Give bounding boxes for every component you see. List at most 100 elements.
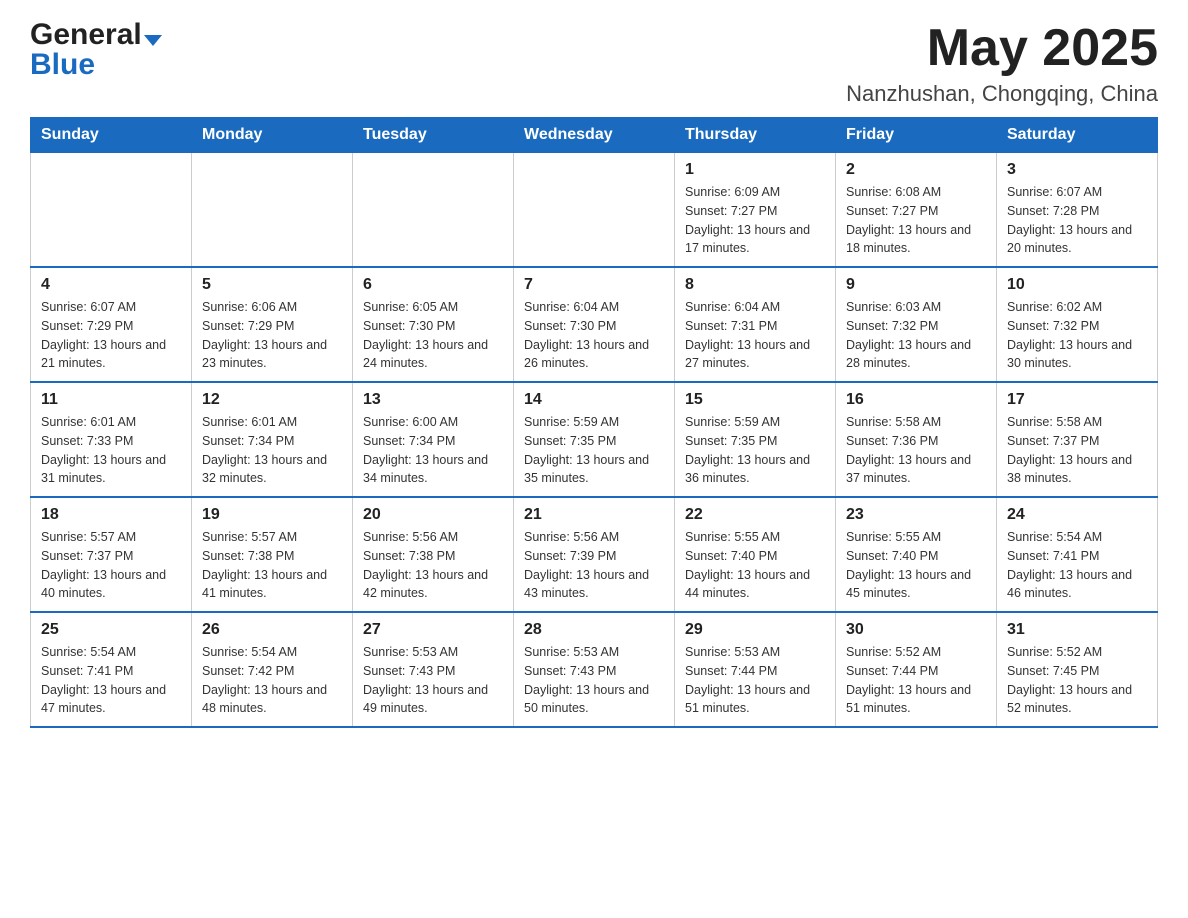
day-info: Sunrise: 6:01 AM Sunset: 7:34 PM Dayligh… xyxy=(202,413,342,488)
title-block: May 2025 Nanzhushan, Chongqing, China xyxy=(846,20,1158,107)
day-number: 25 xyxy=(41,621,181,639)
day-number: 19 xyxy=(202,506,342,524)
calendar-week-row: 11 Sunrise: 6:01 AM Sunset: 7:33 PM Dayli… xyxy=(31,382,1158,497)
calendar-cell: 28 Sunrise: 5:53 AM Sunset: 7:43 PM Dayli… xyxy=(514,612,675,727)
calendar-cell: 17Sunrise: 5:58 AM Sunset: 7:37 PM Dayli… xyxy=(997,382,1158,497)
page-header: General Blue May 2025 Nanzhushan, Chongq… xyxy=(30,20,1158,107)
day-number: 29 xyxy=(685,621,825,639)
day-number: 30 xyxy=(846,621,986,639)
day-info: Sunrise: 6:09 AM Sunset: 7:27 PM Dayligh… xyxy=(685,183,825,258)
day-info: Sunrise: 5:52 AM Sunset: 7:45 PM Dayligh… xyxy=(1007,643,1147,718)
day-info: Sunrise: 6:03 AM Sunset: 7:32 PM Dayligh… xyxy=(846,298,986,373)
logo: General Blue xyxy=(30,20,162,80)
day-number: 28 xyxy=(524,621,664,639)
day-info: Sunrise: 6:08 AM Sunset: 7:27 PM Dayligh… xyxy=(846,183,986,258)
day-number: 9 xyxy=(846,276,986,294)
day-info: Sunrise: 5:59 AM Sunset: 7:35 PM Dayligh… xyxy=(524,413,664,488)
day-number: 23 xyxy=(846,506,986,524)
day-number: 16 xyxy=(846,391,986,409)
day-number: 15 xyxy=(685,391,825,409)
calendar-day-header: Thursday xyxy=(675,118,836,153)
calendar-table: SundayMondayTuesdayWednesdayThursdayFrid… xyxy=(30,117,1158,728)
calendar-cell: 2Sunrise: 6:08 AM Sunset: 7:27 PM Daylig… xyxy=(836,153,997,268)
calendar-cell: 22 Sunrise: 5:55 AM Sunset: 7:40 PM Dayli… xyxy=(675,497,836,612)
calendar-week-row: 4 Sunrise: 6:07 AM Sunset: 7:29 PM Daylig… xyxy=(31,267,1158,382)
calendar-cell xyxy=(192,153,353,268)
day-number: 14 xyxy=(524,391,664,409)
day-info: Sunrise: 6:01 AM Sunset: 7:33 PM Dayligh… xyxy=(41,413,181,488)
calendar-cell: 19Sunrise: 5:57 AM Sunset: 7:38 PM Dayli… xyxy=(192,497,353,612)
calendar-cell: 31Sunrise: 5:52 AM Sunset: 7:45 PM Dayli… xyxy=(997,612,1158,727)
day-number: 27 xyxy=(363,621,503,639)
day-info: Sunrise: 5:58 AM Sunset: 7:36 PM Dayligh… xyxy=(846,413,986,488)
calendar-week-row: 25 Sunrise: 5:54 AM Sunset: 7:41 PM Dayli… xyxy=(31,612,1158,727)
calendar-cell: 4 Sunrise: 6:07 AM Sunset: 7:29 PM Daylig… xyxy=(31,267,192,382)
calendar-cell: 3Sunrise: 6:07 AM Sunset: 7:28 PM Daylig… xyxy=(997,153,1158,268)
day-info: Sunrise: 5:54 AM Sunset: 7:42 PM Dayligh… xyxy=(202,643,342,718)
day-number: 18 xyxy=(41,506,181,524)
calendar-week-row: 1Sunrise: 6:09 AM Sunset: 7:27 PM Daylig… xyxy=(31,153,1158,268)
calendar-day-header: Monday xyxy=(192,118,353,153)
day-number: 8 xyxy=(685,276,825,294)
calendar-cell: 7 Sunrise: 6:04 AM Sunset: 7:30 PM Daylig… xyxy=(514,267,675,382)
day-info: Sunrise: 6:07 AM Sunset: 7:28 PM Dayligh… xyxy=(1007,183,1147,258)
day-number: 13 xyxy=(363,391,503,409)
calendar-cell: 29 Sunrise: 5:53 AM Sunset: 7:44 PM Dayli… xyxy=(675,612,836,727)
calendar-cell: 27Sunrise: 5:53 AM Sunset: 7:43 PM Dayli… xyxy=(353,612,514,727)
day-info: Sunrise: 5:54 AM Sunset: 7:41 PM Dayligh… xyxy=(41,643,181,718)
day-info: Sunrise: 5:52 AM Sunset: 7:44 PM Dayligh… xyxy=(846,643,986,718)
calendar-cell: 18 Sunrise: 5:57 AM Sunset: 7:37 PM Dayli… xyxy=(31,497,192,612)
calendar-day-header: Saturday xyxy=(997,118,1158,153)
calendar-day-header: Sunday xyxy=(31,118,192,153)
day-info: Sunrise: 5:55 AM Sunset: 7:40 PM Dayligh… xyxy=(685,528,825,603)
day-info: Sunrise: 6:04 AM Sunset: 7:31 PM Dayligh… xyxy=(685,298,825,373)
day-info: Sunrise: 5:56 AM Sunset: 7:39 PM Dayligh… xyxy=(524,528,664,603)
day-number: 17 xyxy=(1007,391,1147,409)
calendar-cell: 5Sunrise: 6:06 AM Sunset: 7:29 PM Daylig… xyxy=(192,267,353,382)
calendar-cell: 14 Sunrise: 5:59 AM Sunset: 7:35 PM Dayli… xyxy=(514,382,675,497)
calendar-cell: 15 Sunrise: 5:59 AM Sunset: 7:35 PM Dayli… xyxy=(675,382,836,497)
day-number: 6 xyxy=(363,276,503,294)
day-number: 24 xyxy=(1007,506,1147,524)
page-subtitle: Nanzhushan, Chongqing, China xyxy=(846,81,1158,107)
day-number: 5 xyxy=(202,276,342,294)
calendar-cell: 26 Sunrise: 5:54 AM Sunset: 7:42 PM Dayli… xyxy=(192,612,353,727)
logo-general-text: General xyxy=(30,20,142,50)
day-number: 4 xyxy=(41,276,181,294)
calendar-cell: 10 Sunrise: 6:02 AM Sunset: 7:32 PM Dayli… xyxy=(997,267,1158,382)
day-number: 10 xyxy=(1007,276,1147,294)
day-info: Sunrise: 5:57 AM Sunset: 7:37 PM Dayligh… xyxy=(41,528,181,603)
day-info: Sunrise: 6:05 AM Sunset: 7:30 PM Dayligh… xyxy=(363,298,503,373)
day-number: 7 xyxy=(524,276,664,294)
day-number: 11 xyxy=(41,391,181,409)
calendar-week-row: 18 Sunrise: 5:57 AM Sunset: 7:37 PM Dayli… xyxy=(31,497,1158,612)
day-info: Sunrise: 6:02 AM Sunset: 7:32 PM Dayligh… xyxy=(1007,298,1147,373)
day-info: Sunrise: 5:53 AM Sunset: 7:43 PM Dayligh… xyxy=(524,643,664,718)
calendar-cell: 1Sunrise: 6:09 AM Sunset: 7:27 PM Daylig… xyxy=(675,153,836,268)
day-number: 12 xyxy=(202,391,342,409)
day-info: Sunrise: 5:53 AM Sunset: 7:44 PM Dayligh… xyxy=(685,643,825,718)
calendar-header-row: SundayMondayTuesdayWednesdayThursdayFrid… xyxy=(31,118,1158,153)
calendar-cell: 6 Sunrise: 6:05 AM Sunset: 7:30 PM Daylig… xyxy=(353,267,514,382)
day-number: 20 xyxy=(363,506,503,524)
calendar-cell: 30 Sunrise: 5:52 AM Sunset: 7:44 PM Dayli… xyxy=(836,612,997,727)
day-info: Sunrise: 5:59 AM Sunset: 7:35 PM Dayligh… xyxy=(685,413,825,488)
calendar-day-header: Tuesday xyxy=(353,118,514,153)
calendar-cell: 16 Sunrise: 5:58 AM Sunset: 7:36 PM Dayli… xyxy=(836,382,997,497)
calendar-cell xyxy=(353,153,514,268)
day-number: 21 xyxy=(524,506,664,524)
day-info: Sunrise: 6:04 AM Sunset: 7:30 PM Dayligh… xyxy=(524,298,664,373)
calendar-cell: 24Sunrise: 5:54 AM Sunset: 7:41 PM Dayli… xyxy=(997,497,1158,612)
day-number: 22 xyxy=(685,506,825,524)
logo-chevron-icon xyxy=(144,35,162,46)
calendar-cell: 8 Sunrise: 6:04 AM Sunset: 7:31 PM Daylig… xyxy=(675,267,836,382)
day-number: 26 xyxy=(202,621,342,639)
page-title: May 2025 xyxy=(846,20,1158,77)
calendar-cell: 21 Sunrise: 5:56 AM Sunset: 7:39 PM Dayli… xyxy=(514,497,675,612)
calendar-cell: 25 Sunrise: 5:54 AM Sunset: 7:41 PM Dayli… xyxy=(31,612,192,727)
day-info: Sunrise: 5:55 AM Sunset: 7:40 PM Dayligh… xyxy=(846,528,986,603)
calendar-day-header: Wednesday xyxy=(514,118,675,153)
day-info: Sunrise: 6:07 AM Sunset: 7:29 PM Dayligh… xyxy=(41,298,181,373)
calendar-day-header: Friday xyxy=(836,118,997,153)
calendar-cell: 23 Sunrise: 5:55 AM Sunset: 7:40 PM Dayli… xyxy=(836,497,997,612)
